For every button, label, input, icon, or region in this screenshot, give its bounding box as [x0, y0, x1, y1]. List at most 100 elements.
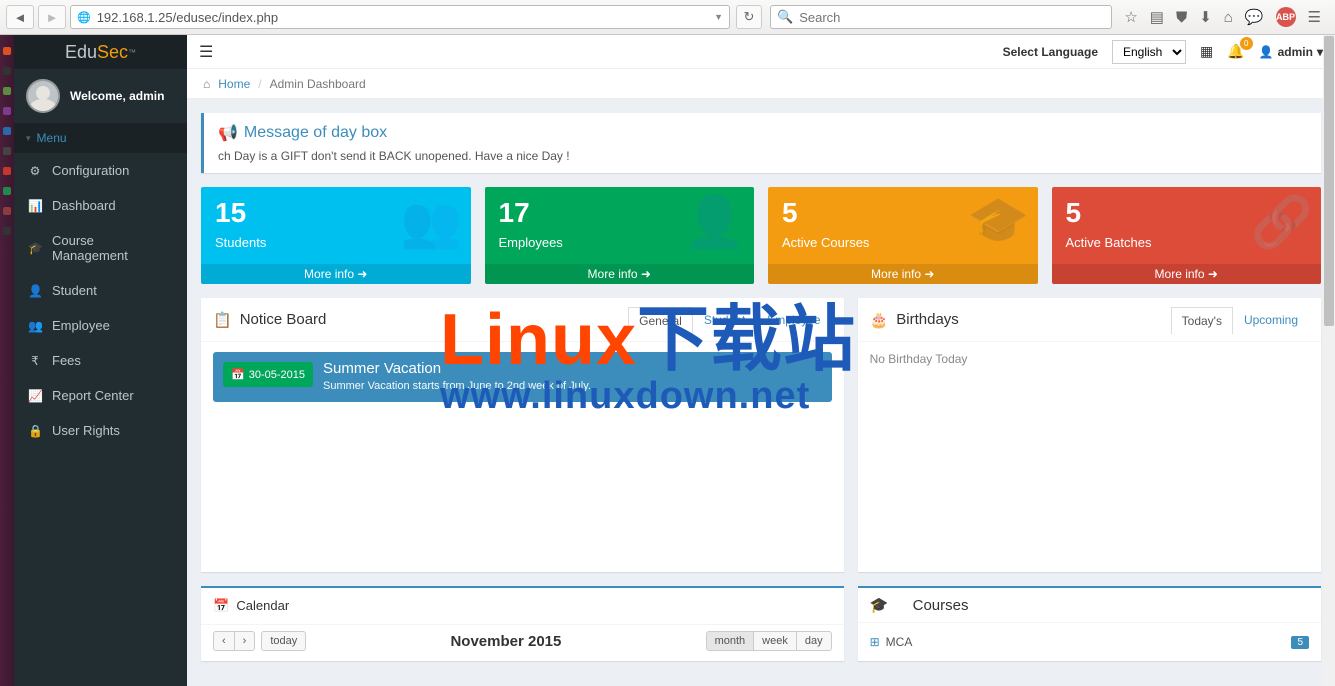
- stat-box-active-batches: 5Active Batches🔗More info ➜: [1052, 187, 1322, 284]
- message-of-day-box: 📢 Message of day box ch Day is a GIFT do…: [201, 113, 1321, 173]
- calendar-month: November 2015: [312, 633, 699, 650]
- more-info-link[interactable]: More info ➜: [485, 264, 755, 284]
- cal-prev-button[interactable]: ‹: [213, 631, 235, 651]
- cal-today-button[interactable]: today: [261, 631, 306, 651]
- course-count-badge: 5: [1291, 636, 1309, 649]
- birthdays-panel: 🎂 Birthdays Today'sUpcoming No Birthday …: [858, 298, 1321, 572]
- calendar-icon: 📅: [213, 598, 229, 613]
- sidebar-item-employee[interactable]: 👥Employee: [14, 308, 187, 343]
- stats-row: 15Students👥More info ➜17Employees👤More i…: [201, 187, 1321, 284]
- cal-next-button[interactable]: ›: [235, 631, 256, 651]
- notice-item[interactable]: 📅30-05-2015 Summer Vacation Summer Vacat…: [213, 352, 832, 402]
- pocket-icon[interactable]: ⛊: [1176, 9, 1187, 26]
- content-area: 📢 Message of day box ch Day is a GIFT do…: [187, 99, 1335, 686]
- search-icon: 🔍: [777, 9, 793, 25]
- stat-box-employees: 17Employees👤More info ➜: [485, 187, 755, 284]
- sidebar-item-student[interactable]: 👤 Student: [14, 273, 187, 308]
- courses-title: Courses: [913, 597, 969, 614]
- globe-icon: 🌐: [77, 11, 91, 24]
- course-row[interactable]: ⊞MCA5: [870, 631, 1309, 653]
- sitemap-icon: ⊞: [870, 635, 880, 649]
- chat-icon[interactable]: 💬: [1245, 8, 1264, 26]
- sidebar-item-label: Fees: [52, 353, 81, 368]
- app-logo: EduSec™: [14, 35, 187, 69]
- user-panel: Welcome, admin: [14, 69, 187, 123]
- welcome-text: Welcome, admin: [70, 89, 164, 103]
- library-icon[interactable]: ▤: [1150, 8, 1164, 26]
- more-info-link[interactable]: More info ➜: [1052, 264, 1322, 284]
- sidebar-item-user-rights[interactable]: 🔒 User Rights: [14, 413, 187, 448]
- cal-view-week[interactable]: week: [754, 631, 797, 651]
- fees-icon: ₹: [28, 354, 42, 368]
- message-body: ch Day is a GIFT don't send it BACK unop…: [218, 149, 1307, 163]
- language-select[interactable]: English: [1112, 40, 1186, 64]
- employee-icon: 👥: [28, 319, 42, 333]
- tab-upcoming[interactable]: Upcoming: [1233, 306, 1309, 333]
- calendar-title: Calendar: [236, 598, 289, 613]
- sidebar-item-report-center[interactable]: 📈Report Center: [14, 378, 187, 413]
- downloads-icon[interactable]: ⬇: [1199, 8, 1212, 26]
- user-menu[interactable]: 👤 admin ▾: [1259, 45, 1323, 59]
- sidebar: EduSec™ Welcome, admin Menu ⚙Configurati…: [14, 35, 187, 686]
- home-icon[interactable]: ⌂: [1224, 9, 1233, 26]
- sidebar-item-label: Dashboard: [52, 198, 116, 213]
- graduation-cap-icon: 🎓: [870, 596, 889, 614]
- clipboard-icon: 📋: [213, 311, 232, 329]
- bookmark-star-icon[interactable]: ☆: [1124, 8, 1137, 26]
- menu-header[interactable]: Menu: [14, 123, 187, 153]
- stat-box-students: 15Students👥More info ➜: [201, 187, 471, 284]
- student-icon: 👤: [28, 284, 42, 298]
- more-info-link[interactable]: More info ➜: [201, 264, 471, 284]
- home-icon: ⌂: [203, 77, 210, 91]
- sidebar-toggle[interactable]: ☰: [199, 42, 213, 62]
- menu-icon[interactable]: ☰: [1308, 8, 1321, 26]
- scrollbar[interactable]: [1323, 35, 1335, 686]
- dashboard-icon: 📊: [28, 199, 42, 213]
- browser-search[interactable]: 🔍: [770, 5, 1112, 29]
- notice-date: 📅30-05-2015: [223, 362, 313, 387]
- reload-button[interactable]: ↻: [736, 5, 762, 29]
- breadcrumb-current: Admin Dashboard: [270, 77, 366, 91]
- ubuntu-launcher: [0, 35, 14, 686]
- browser-toolbar: ◄ ► 🌐 192.168.1.25/edusec/index.php ▼ ↻ …: [0, 0, 1335, 35]
- tab-student[interactable]: Student: [693, 306, 756, 333]
- back-button[interactable]: ◄: [6, 5, 34, 29]
- forward-button[interactable]: ►: [38, 5, 66, 29]
- notice-board-panel: 📋 Notice Board GeneralStudentEmployee 📅3…: [201, 298, 844, 572]
- course-management-icon: 🎓: [28, 241, 42, 255]
- abp-icon[interactable]: ABP: [1276, 7, 1296, 27]
- sidebar-item-dashboard[interactable]: 📊 Dashboard: [14, 188, 187, 223]
- cal-view-day[interactable]: day: [797, 631, 832, 651]
- search-input[interactable]: [799, 10, 1105, 25]
- user-rights-icon: 🔒: [28, 424, 42, 438]
- cal-view-month[interactable]: month: [706, 631, 755, 651]
- tab-general[interactable]: General: [628, 307, 693, 334]
- stat-box-active-courses: 5Active Courses🎓More info ➜: [768, 187, 1038, 284]
- notice-board-title: Notice Board: [240, 311, 327, 328]
- breadcrumb-home[interactable]: Home: [218, 77, 250, 91]
- sidebar-item-fees[interactable]: ₹ Fees: [14, 343, 187, 378]
- sidebar-item-label: Student: [52, 283, 97, 298]
- notice-desc: Summer Vacation starts from June to 2nd …: [323, 380, 591, 392]
- sidebar-item-course-management[interactable]: 🎓 Course Management: [14, 223, 187, 273]
- courses-panel: 🎓 Courses ⊞MCA5: [858, 586, 1321, 661]
- notifications-bell-icon[interactable]: 🔔0: [1227, 43, 1244, 60]
- tab-employee[interactable]: Employee: [756, 306, 831, 333]
- url-bar[interactable]: 🌐 192.168.1.25/edusec/index.php ▼: [70, 5, 730, 29]
- sidebar-item-configuration[interactable]: ⚙Configuration: [14, 153, 187, 188]
- url-text: 192.168.1.25/edusec/index.php: [97, 10, 708, 25]
- avatar: [26, 79, 60, 113]
- breadcrumb: ⌂ Home / Admin Dashboard: [187, 69, 1335, 99]
- sidebar-item-label: User Rights: [52, 423, 120, 438]
- apps-grid-icon[interactable]: ▦: [1200, 43, 1213, 60]
- tab-todays[interactable]: Today's: [1171, 307, 1233, 334]
- topbar: ☰ Select Language English ▦ 🔔0 👤 admin ▾: [187, 35, 1335, 69]
- scrollbar-thumb[interactable]: [1324, 36, 1334, 326]
- more-info-link[interactable]: More info ➜: [768, 264, 1038, 284]
- sidebar-item-label: Report Center: [52, 388, 134, 403]
- sidebar-item-label: Course Management: [52, 233, 173, 263]
- no-birthday-text: No Birthday Today: [870, 352, 1309, 366]
- url-dropdown-icon[interactable]: ▼: [714, 12, 723, 22]
- calendar-panel: 📅 Calendar ‹ › today November 2015 month…: [201, 586, 844, 661]
- calendar-icon: 📅: [231, 368, 245, 381]
